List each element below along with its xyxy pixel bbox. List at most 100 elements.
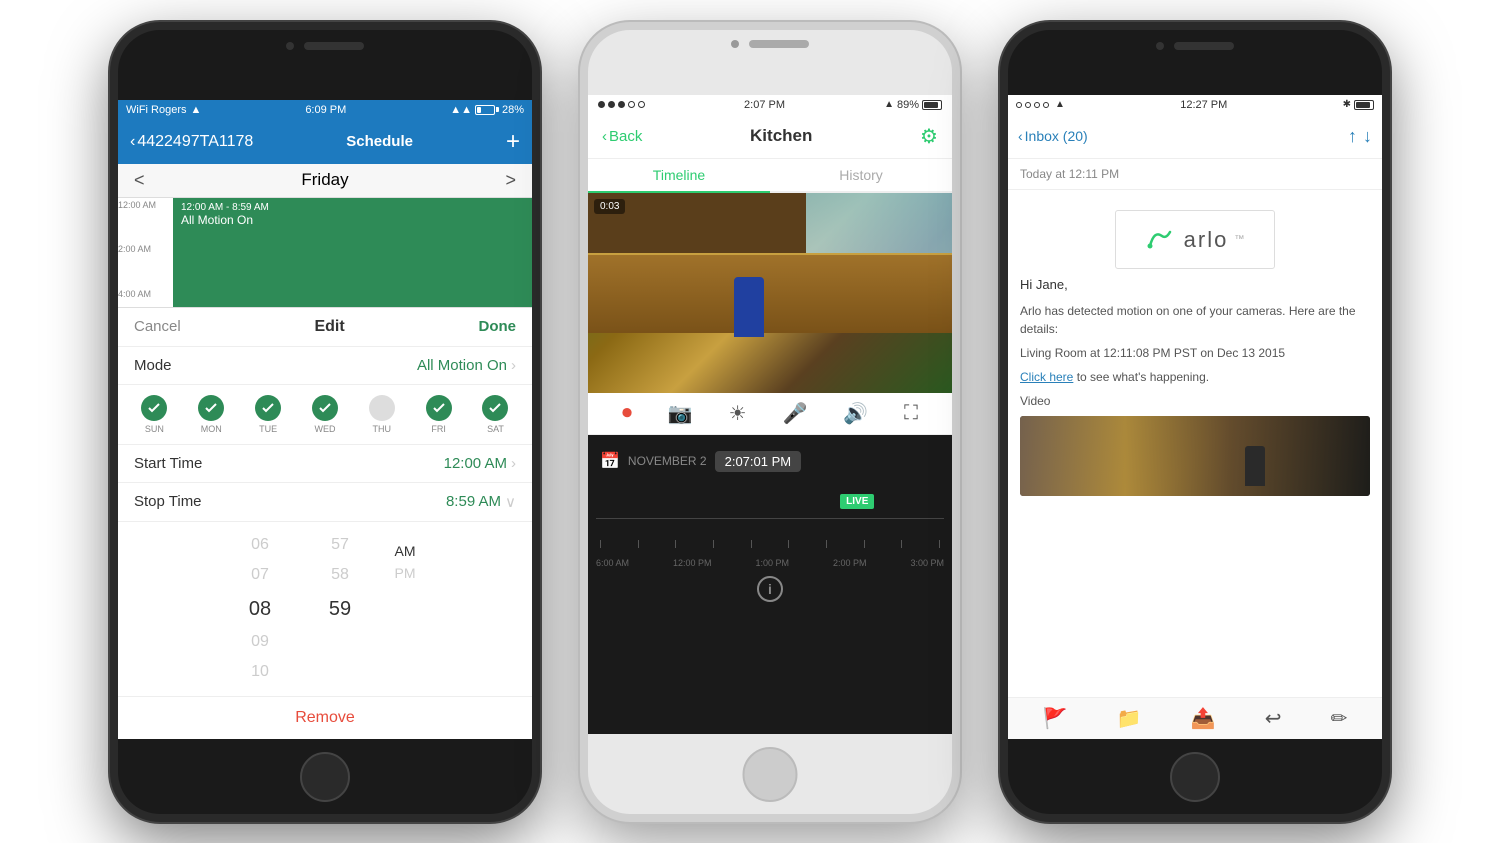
- reply-button[interactable]: ↩: [1265, 706, 1282, 731]
- timeline-date: NOVEMBER 2: [628, 454, 707, 468]
- info-button-area[interactable]: i: [588, 568, 952, 610]
- am-option[interactable]: AM: [395, 540, 416, 562]
- day-nav: < Friday >: [118, 164, 532, 198]
- email-link-line: Click here to see what's happening.: [1020, 368, 1370, 386]
- prev-email-button[interactable]: ↑: [1348, 126, 1357, 147]
- inbox-label: Inbox (20): [1025, 128, 1088, 144]
- hour-07: 07: [251, 560, 269, 590]
- pm-option[interactable]: PM: [395, 562, 416, 584]
- signal-dots: [598, 101, 645, 108]
- home-button-1[interactable]: [300, 752, 350, 802]
- next-day-button[interactable]: >: [505, 170, 516, 191]
- next-email-button[interactable]: ↓: [1363, 126, 1372, 147]
- back-chevron-2: ‹: [602, 128, 607, 145]
- minute-picker[interactable]: 57 58 59: [300, 530, 380, 688]
- flag-button[interactable]: 🚩: [1043, 706, 1068, 731]
- dot3-4: [1043, 102, 1049, 108]
- ampm-picker[interactable]: AM PM: [380, 530, 430, 688]
- mode-chevron-icon: ›: [511, 357, 516, 374]
- popup-cancel-button[interactable]: Cancel: [134, 318, 181, 335]
- tick-3: [675, 540, 676, 548]
- info-icon[interactable]: i: [757, 576, 783, 602]
- back-button-2[interactable]: ‹ Back: [602, 128, 642, 145]
- timeline-area: 📅 NOVEMBER 2 2:07:01 PM LIVE: [588, 435, 952, 734]
- folder-button[interactable]: 📁: [1117, 706, 1142, 731]
- add-button-1[interactable]: +: [506, 128, 520, 156]
- popup-done-button[interactable]: Done: [478, 318, 516, 335]
- days-row: SUN MON TUE: [118, 385, 532, 445]
- day-sun[interactable]: SUN: [141, 395, 167, 434]
- stop-time-text: 8:59 AM: [446, 493, 501, 510]
- camera-dot-3: [1156, 42, 1164, 50]
- day-label: Friday: [301, 170, 348, 190]
- status-left-1: WiFi Rogers ▲: [126, 104, 201, 116]
- camera-feed: 0:03: [588, 193, 952, 393]
- tick-marks: [596, 540, 944, 548]
- dot-3: [618, 101, 625, 108]
- day-tue-circle: [255, 395, 281, 421]
- timeline-labels: 6:00 AM 12:00 PM 1:00 PM 2:00 PM 3:00 PM: [588, 558, 952, 568]
- phone-3-screen: ▲ 12:27 PM ✱ ‹ Inbox (20) ↑ ↓: [1008, 30, 1382, 814]
- email-detail: Living Room at 12:11:08 PM PST on Dec 13…: [1020, 344, 1370, 362]
- day-tue[interactable]: TUE: [255, 395, 281, 434]
- day-mon[interactable]: MON: [198, 395, 224, 434]
- mode-row[interactable]: Mode All Motion On ›: [118, 347, 532, 385]
- camera-image: [588, 193, 952, 393]
- speaker-button[interactable]: 🔊: [843, 401, 868, 426]
- mic-button[interactable]: 🎤: [782, 401, 807, 426]
- inbox-back-button[interactable]: ‹ Inbox (20): [1018, 128, 1088, 144]
- tick-9: [901, 540, 902, 548]
- time-picker[interactable]: 06 07 08 09 10 57 58 59 AM: [118, 522, 532, 697]
- tab-timeline[interactable]: Timeline: [588, 159, 770, 191]
- calendar-icon: 📅: [600, 451, 620, 471]
- gear-icon[interactable]: ⚙: [920, 124, 938, 149]
- tl-label-6am: 6:00 AM: [596, 558, 629, 568]
- tick-6: [788, 540, 789, 548]
- back-button-1[interactable]: ‹ 4422497TA1178: [130, 133, 253, 151]
- dot-5: [638, 101, 645, 108]
- hour-picker[interactable]: 06 07 08 09 10: [220, 530, 300, 688]
- back-label-1: 4422497TA1178: [137, 133, 253, 151]
- archive-button[interactable]: 📤: [1191, 706, 1216, 731]
- timeline-track[interactable]: LIVE: [596, 478, 944, 558]
- schedule-area: 12:00 AM 2:00 AM 4:00 AM 6:00 AM 8:00 AM…: [118, 198, 532, 739]
- brightness-button[interactable]: ☀: [729, 401, 747, 426]
- nav-bar-1: ‹ 4422497TA1178 Schedule +: [118, 120, 532, 164]
- status-right-2: ▲ 89%: [884, 99, 942, 111]
- tab-history[interactable]: History: [770, 159, 952, 191]
- start-time-row[interactable]: Start Time 12:00 AM ›: [118, 445, 532, 483]
- compose-button[interactable]: ✏: [1331, 706, 1348, 731]
- wifi-icon: ▲: [191, 104, 202, 116]
- day-thu[interactable]: THU: [369, 395, 395, 434]
- bt-icon-3: ✱: [1343, 99, 1351, 110]
- nav-arrows: ↑ ↓: [1348, 126, 1372, 147]
- day-tue-label: TUE: [259, 424, 277, 434]
- day-sat[interactable]: SAT: [482, 395, 508, 434]
- wifi-label-3: ▲: [1055, 99, 1065, 110]
- popup-edit-label: Edit: [314, 318, 344, 336]
- day-sun-circle: [141, 395, 167, 421]
- hour-08: 08: [249, 591, 271, 627]
- popup-header: Cancel Edit Done: [118, 308, 532, 347]
- prev-day-button[interactable]: <: [134, 170, 145, 191]
- stop-time-row[interactable]: Stop Time 8:59 AM ∨: [118, 483, 532, 522]
- stop-time-value: 8:59 AM ∨: [446, 493, 516, 511]
- day-fri[interactable]: FRI: [426, 395, 452, 434]
- fullscreen-button[interactable]: ⛶: [904, 402, 918, 425]
- phone-1: WiFi Rogers ▲ 6:09 PM ▲▲ 28% ‹ 44224: [110, 22, 540, 822]
- tick-4: [713, 540, 714, 548]
- arlo-tm: ™: [1234, 232, 1244, 247]
- email-link[interactable]: Click here: [1020, 370, 1073, 384]
- min-59: 59: [329, 591, 351, 627]
- home-button-3[interactable]: [1170, 752, 1220, 802]
- email-footer-bar: 🚩 📁 📤 ↩ ✏: [1008, 697, 1382, 739]
- battery-2: [922, 100, 942, 110]
- snapshot-button[interactable]: 📷: [668, 401, 693, 426]
- time-label-12am: 12:00 AM: [118, 200, 173, 245]
- time-2: 2:07 PM: [744, 99, 785, 111]
- dot-4: [628, 101, 635, 108]
- home-button-2[interactable]: [743, 747, 798, 802]
- day-wed[interactable]: WED: [312, 395, 338, 434]
- remove-button[interactable]: Remove: [118, 697, 532, 739]
- record-button[interactable]: ⏺: [622, 402, 632, 425]
